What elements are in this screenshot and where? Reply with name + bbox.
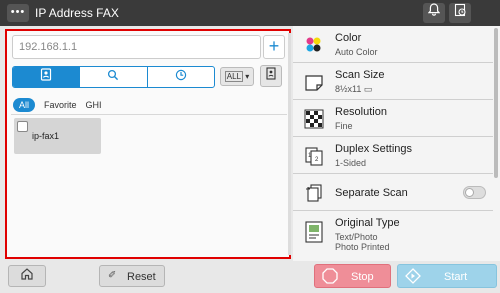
start-label: Start <box>444 271 468 283</box>
title-bar: ••• IP Address FAX <box>0 0 500 26</box>
stop-button[interactable]: Stop <box>314 264 391 288</box>
resolution-icon <box>303 108 325 130</box>
left-scrollbar[interactable] <box>288 33 291 255</box>
original-type-icon <box>303 221 325 243</box>
setting-original-type-value: Text/Photo <box>335 232 378 242</box>
setting-separate-scan[interactable]: Separate Scan <box>293 174 493 211</box>
setting-scan-size-value: 8½x11 ▭ <box>335 84 372 95</box>
bell-icon[interactable] <box>423 3 445 23</box>
filter-favorite[interactable]: Favorite <box>44 100 77 110</box>
setting-color[interactable]: Color Auto Color <box>293 26 493 63</box>
duplex-icon: 12 <box>303 145 325 167</box>
address-book-detail-icon <box>265 67 277 85</box>
reset-icon: ✐ <box>108 270 117 281</box>
setting-resolution-value: Fine <box>335 121 353 131</box>
setting-resolution[interactable]: Resolution Fine <box>293 100 493 137</box>
tab-search[interactable] <box>80 67 148 87</box>
filter-bar: All Favorite GHI <box>13 97 111 113</box>
separate-scan-toggle[interactable] <box>463 186 486 199</box>
setting-original-type-value2: Photo Printed <box>335 242 390 252</box>
setting-scan-size[interactable]: Scan Size 8½x11 ▭ <box>293 63 493 100</box>
scan-size-text: 8½x11 <box>335 84 362 94</box>
scan-size-icon <box>303 71 325 93</box>
toggle-knob <box>465 188 474 197</box>
stop-icon <box>322 268 338 287</box>
page-title: IP Address FAX <box>35 6 119 20</box>
filter-all[interactable]: All <box>13 98 36 112</box>
destination-card[interactable]: ip-fax1 <box>14 118 101 154</box>
stop-label: Stop <box>351 271 374 283</box>
divider <box>11 114 287 115</box>
job-status-icon[interactable] <box>449 3 471 23</box>
setting-scan-size-label: Scan Size <box>335 69 385 81</box>
index-select[interactable]: ALL ▾ <box>220 67 254 86</box>
setting-original-type[interactable]: Original Type Text/Photo Photo Printed <box>293 211 493 261</box>
settings-panel: Color Auto Color Scan Size 8½x11 ▭ Resol… <box>293 26 500 261</box>
tab-history[interactable] <box>148 67 214 87</box>
right-scrollbar[interactable] <box>494 28 498 178</box>
setting-separate-scan-label: Separate Scan <box>335 187 408 199</box>
filter-ghi[interactable]: GHI <box>86 100 102 110</box>
ip-address-input[interactable]: 192.168.1.1 <box>12 35 261 59</box>
tab-address-book[interactable] <box>13 67 81 87</box>
home-button[interactable] <box>8 265 46 287</box>
destination-label: ip-fax1 <box>32 131 60 141</box>
setting-original-type-label: Original Type <box>335 217 400 229</box>
index-select-label: ALL <box>224 71 243 82</box>
reset-label: Reset <box>127 271 156 283</box>
setting-duplex-value: 1-Sided <box>335 158 367 168</box>
add-destination-button[interactable]: + <box>263 35 285 59</box>
setting-color-label: Color <box>335 32 362 44</box>
chevron-down-icon: ▾ <box>245 72 250 81</box>
search-icon <box>107 68 119 86</box>
menu-button[interactable]: ••• <box>7 4 29 22</box>
home-icon <box>20 267 34 285</box>
color-icon <box>303 34 325 56</box>
setting-resolution-label: Resolution <box>335 106 387 118</box>
setting-color-value: Auto Color <box>335 47 378 57</box>
reset-button[interactable]: ✐ Reset <box>99 265 165 287</box>
address-book-view-button[interactable] <box>260 65 282 87</box>
destination-checkbox[interactable] <box>17 121 28 132</box>
setting-duplex[interactable]: 12 Duplex Settings 1-Sided <box>293 137 493 174</box>
paper-orientation-icon: ▭ <box>363 84 373 94</box>
start-button[interactable]: Start <box>397 264 497 288</box>
destination-panel: 192.168.1.1 + ALL ▾ All Favorite GHI ip-… <box>5 29 291 259</box>
separate-scan-icon <box>303 182 325 204</box>
history-icon <box>175 68 187 86</box>
start-icon <box>405 268 421 287</box>
setting-duplex-label: Duplex Settings <box>335 143 413 155</box>
address-book-icon <box>40 68 52 86</box>
destination-tabs <box>12 66 215 88</box>
